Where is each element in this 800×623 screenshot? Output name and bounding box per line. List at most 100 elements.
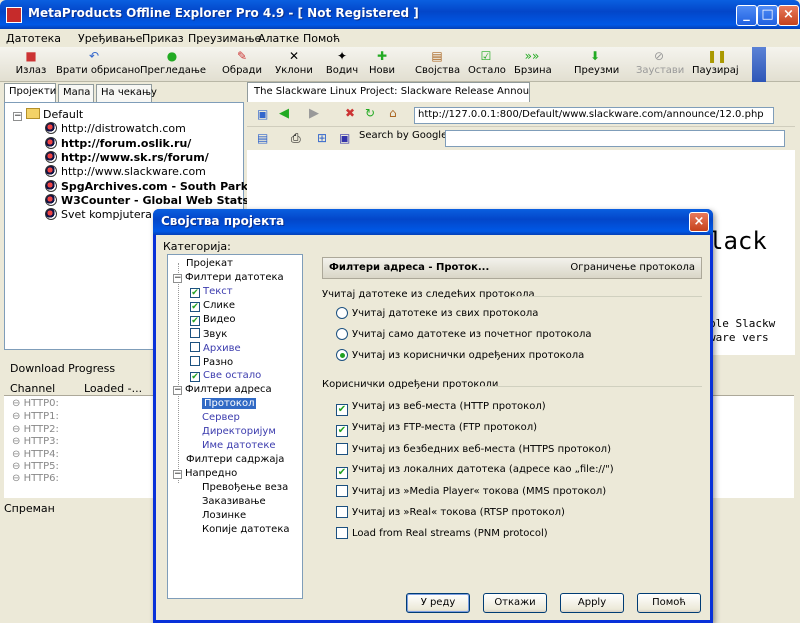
- check-rtsp[interactable]: Учитај из »Real« токова (RTSP протокол): [336, 506, 565, 518]
- category-link-translation[interactable]: Превођење веза: [202, 482, 288, 493]
- wizard-button[interactable]: ✦ Водич: [325, 49, 359, 80]
- maximize-button[interactable]: □: [757, 5, 778, 26]
- category-scheduling[interactable]: Заказивање: [202, 496, 266, 507]
- tree-item-project[interactable]: http://www.sk.rs/forum/: [45, 151, 209, 164]
- category-project[interactable]: Пројекат: [186, 258, 233, 269]
- cancel-button[interactable]: Откажи: [483, 593, 547, 613]
- category-advanced[interactable]: − Напредно: [173, 468, 237, 479]
- check-ftp[interactable]: ✔ Учитај из FTP-места (FTP протокол): [336, 422, 537, 437]
- tab-projects[interactable]: Пројекти: [4, 83, 56, 102]
- download-row[interactable]: ⊖ HTTP6:: [12, 473, 59, 484]
- browse-button[interactable]: ● Прегледање: [140, 49, 206, 80]
- column-channel[interactable]: Channel: [10, 382, 55, 395]
- checkbox[interactable]: ✔: [336, 467, 348, 479]
- download-button[interactable]: ⬇ Преузми: [574, 49, 619, 80]
- checkbox[interactable]: [190, 328, 200, 338]
- new-button[interactable]: ✚ Нови: [367, 49, 397, 80]
- radio-button[interactable]: [336, 328, 348, 340]
- delete-button[interactable]: ✕ Уклони: [273, 49, 315, 80]
- radio-start-protocol[interactable]: Учитај само датотеке из почетног протоко…: [336, 328, 591, 340]
- collapse-icon[interactable]: −: [13, 112, 22, 121]
- pause-button[interactable]: ❚❚ Паузирај: [692, 49, 739, 80]
- collapse-icon[interactable]: −: [173, 470, 182, 479]
- checkbox[interactable]: [336, 485, 348, 497]
- category-text[interactable]: ✔ Текст: [190, 286, 233, 298]
- check-https[interactable]: Учитај из безбедних веб-места (HTTPS про…: [336, 443, 611, 455]
- category-content-filters[interactable]: Филтери садржаја: [186, 454, 284, 465]
- browser-tab[interactable]: The Slackware Linux Project: Slackware R…: [247, 82, 530, 102]
- category-directory[interactable]: Директоријум: [202, 426, 276, 437]
- check-pnm[interactable]: Load from Real streams (PNM protocol): [336, 527, 548, 539]
- minimize-button[interactable]: _: [736, 5, 757, 26]
- check-mms[interactable]: Учитај из »Media Player« токова (MMS про…: [336, 485, 606, 497]
- category-archives[interactable]: Архиве: [190, 342, 241, 354]
- close-button[interactable]: ×: [778, 5, 799, 26]
- stop-button[interactable]: ⊘ Заустави: [636, 49, 684, 80]
- download-row[interactable]: ⊖ HTTP4:: [12, 449, 59, 460]
- tree-item-project[interactable]: http://forum.oslik.ru/: [45, 137, 191, 150]
- toolbar-overflow-button[interactable]: [752, 47, 766, 82]
- checkbox[interactable]: ✔: [190, 288, 200, 298]
- menu-edit[interactable]: Уређивање: [78, 32, 142, 45]
- tab-map[interactable]: Мапа: [58, 84, 94, 102]
- tree-root[interactable]: − Default: [13, 108, 83, 121]
- category-everything-else[interactable]: ✔ Све остало: [190, 370, 261, 382]
- category-protocol[interactable]: Протокол: [202, 398, 257, 409]
- download-row[interactable]: ⊖ HTTP2:: [12, 424, 59, 435]
- category-passwords[interactable]: Лозинке: [202, 510, 246, 521]
- address-bar[interactable]: http://127.0.0.1:800/Default/www.slackwa…: [414, 107, 774, 124]
- checkbox[interactable]: [336, 527, 348, 539]
- category-filename[interactable]: Име датотеке: [202, 440, 276, 451]
- help-button[interactable]: Помоћ: [637, 593, 701, 613]
- dialog-close-button[interactable]: ×: [689, 212, 709, 232]
- download-row[interactable]: ⊖ HTTP1:: [12, 411, 59, 422]
- save-icon[interactable]: ▣: [339, 131, 350, 145]
- collapse-icon[interactable]: −: [173, 386, 182, 395]
- edit-button[interactable]: ✎ Обради: [222, 49, 262, 80]
- refresh-icon[interactable]: ↻: [365, 106, 375, 120]
- exit-button[interactable]: ■ Излаз: [14, 49, 48, 80]
- download-row[interactable]: ⊖ HTTP5:: [12, 461, 59, 472]
- checkbox[interactable]: ✔: [336, 425, 348, 437]
- tab-queue[interactable]: На чекању: [96, 84, 157, 102]
- undo-button[interactable]: ↶ Врати обрисано: [56, 49, 140, 80]
- category-file-copies[interactable]: Копије датотека: [202, 524, 290, 535]
- checkbox[interactable]: [336, 443, 348, 455]
- radio-custom-protocols[interactable]: Учитај из кориснички одређених протокола: [336, 349, 584, 361]
- back-icon[interactable]: ◀: [279, 106, 289, 121]
- checkbox[interactable]: ✔: [190, 372, 200, 382]
- page-icon[interactable]: ▣: [257, 107, 268, 121]
- check-file[interactable]: ✔ Учитај из локалних датотека (адресе као…: [336, 464, 614, 479]
- forward-icon[interactable]: ▶: [309, 106, 319, 121]
- search-input[interactable]: [445, 130, 785, 147]
- tree-item-project[interactable]: http://distrowatch.com: [45, 122, 186, 135]
- category-server[interactable]: Сервер: [202, 412, 240, 423]
- category-url-filters[interactable]: − Филтери адреса: [173, 384, 272, 395]
- download-row[interactable]: ⊖ HTTP3:: [12, 436, 59, 447]
- home-icon[interactable]: ⌂: [389, 106, 397, 120]
- download-row[interactable]: ⊖ HTTP0:: [12, 398, 59, 409]
- menu-help[interactable]: Помоћ: [303, 32, 340, 45]
- speed-button[interactable]: »» Брзина: [514, 49, 552, 80]
- category-misc[interactable]: Разно: [190, 356, 233, 368]
- checkbox[interactable]: [190, 356, 200, 366]
- menu-download[interactable]: Преузимање: [188, 32, 261, 45]
- page-tools-icon[interactable]: ▤: [257, 131, 268, 145]
- collapse-icon[interactable]: −: [173, 274, 182, 283]
- other-button[interactable]: ☑ Остало: [468, 49, 506, 80]
- radio-button[interactable]: [336, 349, 348, 361]
- tree-item-project[interactable]: SpgArchives.com - South Park Gam: [45, 180, 280, 193]
- column-loaded[interactable]: Loaded -...: [84, 382, 142, 395]
- checkbox[interactable]: [336, 506, 348, 518]
- menu-file[interactable]: Датотека: [6, 32, 61, 45]
- checkbox[interactable]: ✔: [190, 316, 200, 326]
- category-images[interactable]: ✔ Слике: [190, 300, 235, 312]
- checkbox[interactable]: [190, 342, 200, 352]
- category-file-filters[interactable]: − Филтери датотека: [173, 272, 284, 283]
- category-video[interactable]: ✔ Видео: [190, 314, 236, 326]
- menu-view[interactable]: Приказ: [142, 32, 184, 45]
- check-http[interactable]: ✔ Учитај из веб-места (HTTP протокол): [336, 401, 546, 416]
- radio-button[interactable]: [336, 307, 348, 319]
- tree-item-project[interactable]: http://www.slackware.com: [45, 165, 206, 178]
- radio-all-protocols[interactable]: Учитај датотеке из свих протокола: [336, 307, 538, 319]
